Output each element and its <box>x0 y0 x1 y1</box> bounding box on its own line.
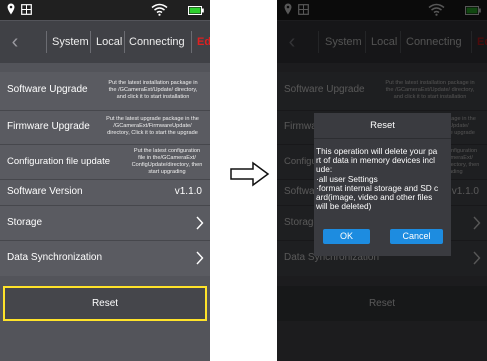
chevron-left-icon: ‹ <box>11 31 19 53</box>
dialog-title: Reset <box>314 113 451 139</box>
storage-item[interactable]: Storage <box>0 206 210 240</box>
status-bar <box>0 0 210 20</box>
cancel-button[interactable]: Cancel <box>390 229 443 244</box>
firmware-upgrade-item[interactable]: Firmware Upgrade Put the latest upgrade … <box>0 111 210 144</box>
firmware-upgrade-description: Put the latest upgrade package in the /G… <box>106 116 199 136</box>
data-sync-title: Data Synchronization <box>7 252 103 263</box>
tab-edit[interactable]: Edit <box>197 21 210 63</box>
config-update-title: Configuration file update <box>7 156 110 167</box>
chevron-right-icon <box>196 216 204 230</box>
software-upgrade-description: Put the latest installation package in t… <box>108 80 198 100</box>
config-update-description: Put the latest configuration file in the… <box>131 148 203 175</box>
tab-connecting[interactable]: Connecting <box>129 21 185 63</box>
software-upgrade-title: Software Upgrade <box>7 84 88 95</box>
settings-screen-with-dialog: ‹ System Local Connecting Edit Software … <box>277 0 487 361</box>
firmware-upgrade-title: Firmware Upgrade <box>7 121 90 132</box>
data-sync-item[interactable]: Data Synchronization <box>0 241 210 276</box>
tab-system[interactable]: System <box>52 21 89 63</box>
dialog-message: This operation will delete your pa rt of… <box>316 146 439 212</box>
reset-dialog: Reset This operation will delete your pa… <box>314 113 451 256</box>
back-button[interactable]: ‹ <box>4 29 26 55</box>
tab-divider <box>46 31 47 53</box>
tab-divider <box>191 31 192 53</box>
software-version-title: Software Version <box>7 186 83 197</box>
storage-title: Storage <box>7 217 43 228</box>
tab-divider <box>90 31 91 53</box>
software-version-item: Software Version v1.1.0 <box>0 180 210 205</box>
software-upgrade-item[interactable]: Software Upgrade Put the latest installa… <box>0 72 210 110</box>
tab-bar: ‹ System Local Connecting Edit <box>0 21 210 63</box>
tab-divider <box>124 31 125 53</box>
arrow-right-icon <box>230 161 270 187</box>
ok-button[interactable]: OK <box>323 229 370 244</box>
reset-button[interactable]: Reset <box>3 286 207 321</box>
config-update-item[interactable]: Configuration file update Put the latest… <box>0 145 210 179</box>
software-version-value: v1.1.0 <box>174 186 202 197</box>
settings-screen: ‹ System Local Connecting Edit Software … <box>0 0 210 361</box>
location-icon <box>7 3 15 15</box>
tab-local[interactable]: Local <box>96 21 122 63</box>
wifi-icon <box>151 3 168 16</box>
battery-icon <box>188 6 204 15</box>
chevron-right-icon <box>196 251 204 265</box>
gallery-icon <box>21 4 32 15</box>
